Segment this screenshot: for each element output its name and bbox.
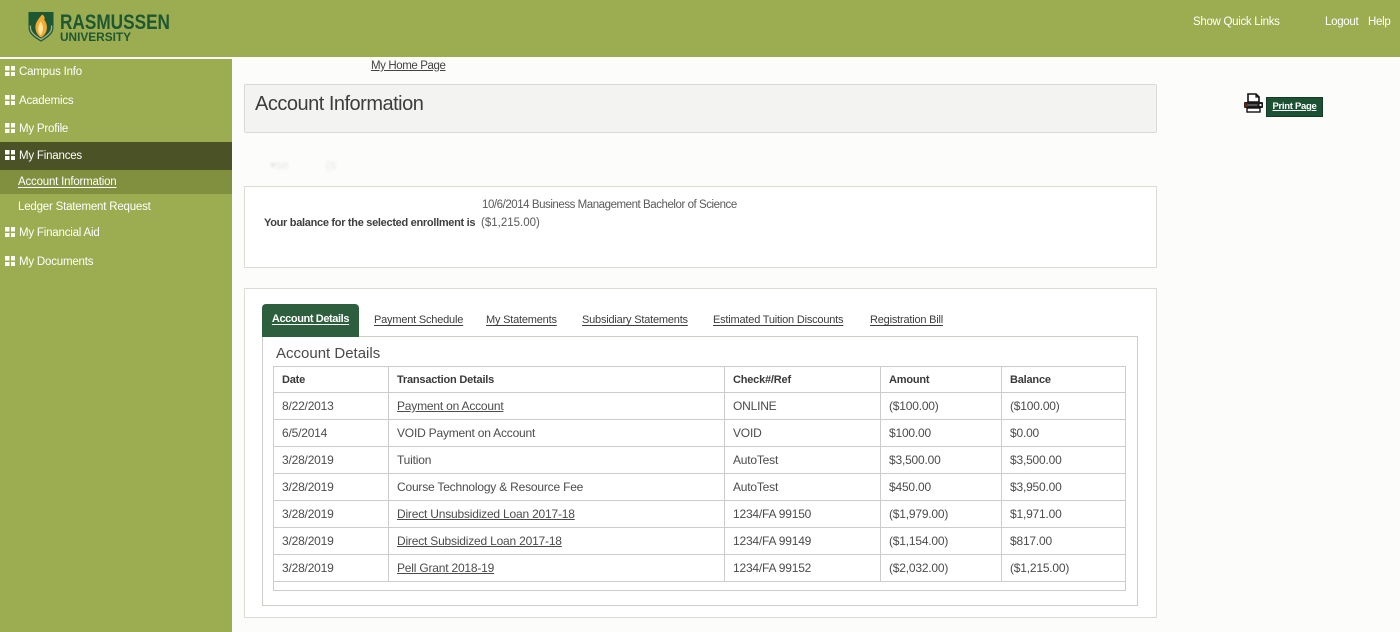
svg-text:UNIVERSITY: UNIVERSITY [60,30,131,44]
